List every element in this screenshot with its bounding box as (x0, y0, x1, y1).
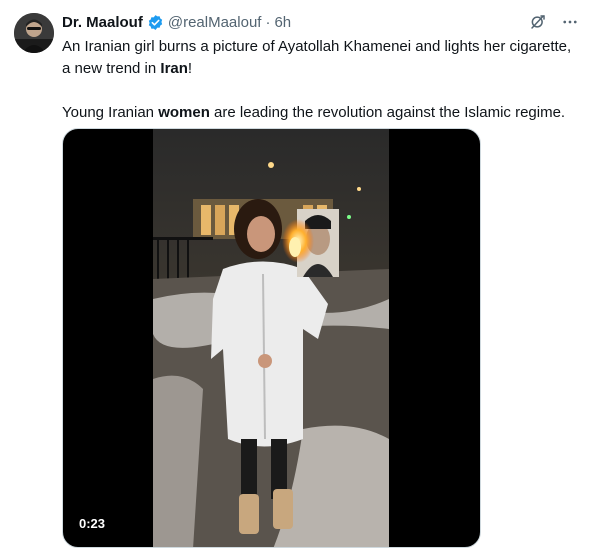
text-segment: An Iranian girl burns a picture of Ayato… (62, 38, 572, 77)
text-segment: are leading the revolution against the I… (209, 104, 566, 121)
hashtag-bold-iran[interactable]: Iran (160, 60, 188, 77)
verified-badge-icon (147, 14, 164, 31)
grok-icon[interactable] (528, 12, 548, 32)
bold-women: women (158, 104, 210, 121)
author-name[interactable]: Dr. Maalouf (62, 14, 143, 31)
separator-dot: · (265, 13, 271, 31)
video-frame (153, 129, 389, 547)
tweet-text: An Iranian girl burns a picture of Ayato… (62, 36, 582, 124)
tweet-header: Dr. Maalouf @realMaalouf · 6h (62, 12, 291, 32)
text-segment: Young Iranian (62, 104, 159, 121)
video-player[interactable]: 0:23 (62, 128, 481, 548)
more-icon[interactable] (560, 12, 580, 32)
author-handle[interactable]: @realMaalouf (168, 14, 262, 31)
text-segment: ! (187, 60, 193, 77)
tweet[interactable]: Dr. Maalouf @realMaalouf · 6h An Iranian… (0, 0, 596, 556)
video-duration: 0:23 (73, 514, 112, 533)
tweet-text-paragraph-1: An Iranian girl burns a picture of Ayato… (62, 36, 582, 80)
tweet-text-paragraph-2: Young Iranian women are leading the revo… (62, 102, 582, 124)
timestamp[interactable]: 6h (274, 14, 291, 31)
tweet-actions (528, 12, 580, 32)
avatar[interactable] (14, 13, 54, 53)
